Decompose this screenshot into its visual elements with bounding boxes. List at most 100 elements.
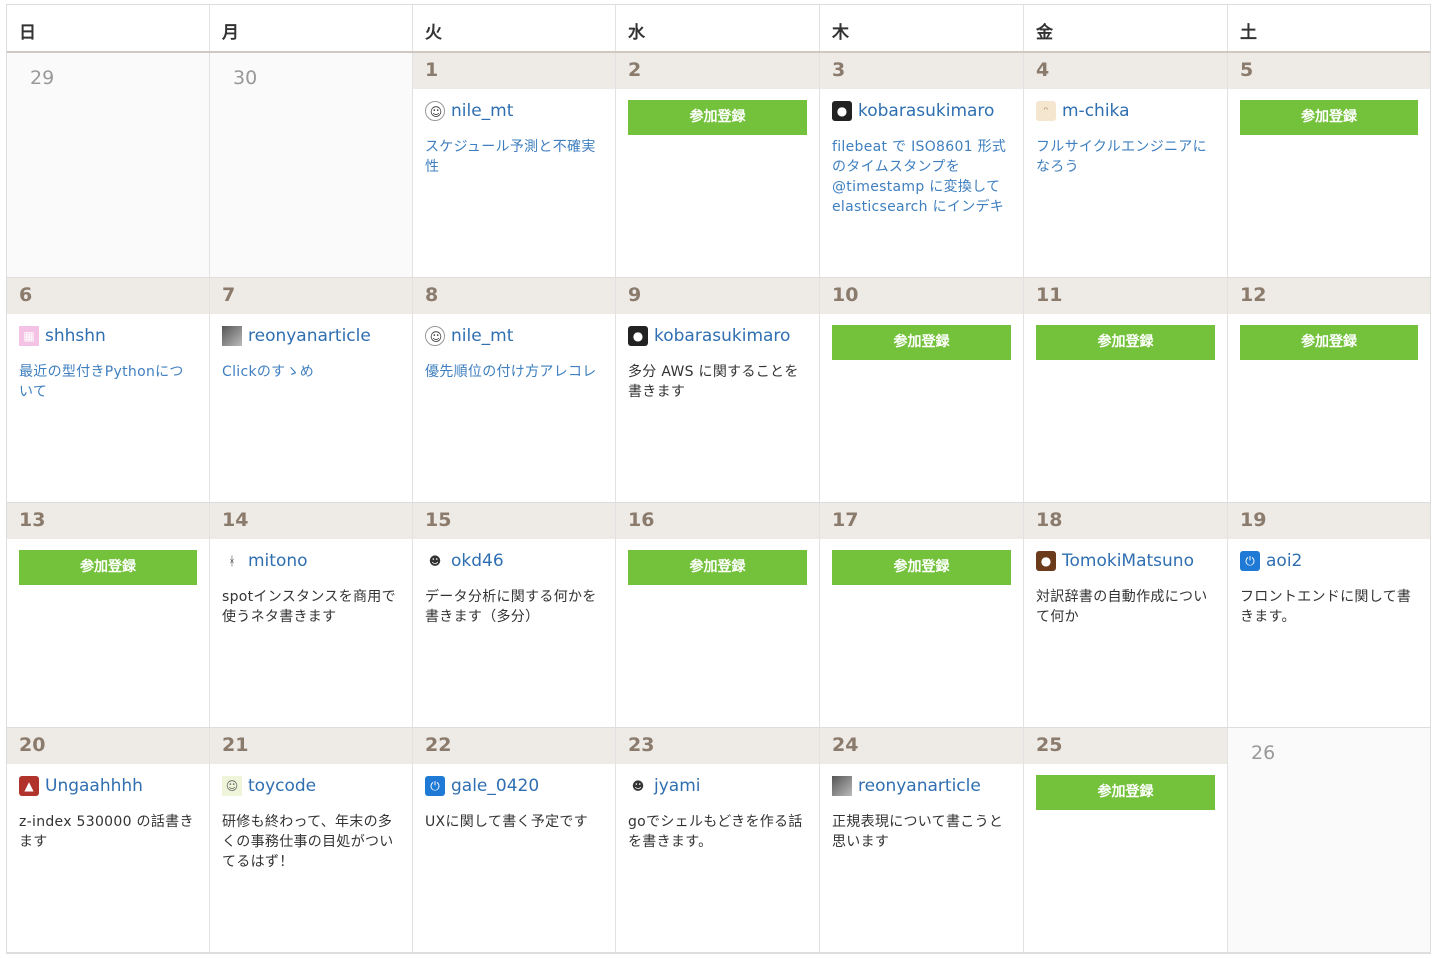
day-cell: 7 reonyanarticle Clickのすゝめ [210, 278, 413, 502]
author-name-link[interactable]: aoi2 [1266, 551, 1302, 571]
day-cell: 17 参加登録 [820, 503, 1024, 727]
day-number: 10 [820, 278, 1023, 314]
entry-author[interactable]: ● kobarasukimaro [628, 326, 819, 346]
entry-title: goでシェルもどきを作る話を書きます。 [628, 814, 803, 850]
entry-author[interactable]: ☺ nile_mt [425, 326, 615, 346]
weekday-header: 日月火水木金土 [7, 5, 1430, 53]
day-number: 3 [820, 53, 1023, 89]
day-cell: 4 ᵔ m-chika フルサイクルエンジニアになろう [1024, 53, 1228, 277]
author-name-link[interactable]: TomokiMatsuno [1062, 551, 1194, 571]
day-cell: 19 ⏻ aoi2 フロントエンドに関して書きます。 [1228, 503, 1430, 727]
day-number: 16 [616, 503, 819, 539]
day-cell: 2 参加登録 [616, 53, 820, 277]
day-number: 20 [7, 728, 209, 764]
day-cell: 21 ☺ toycode 研修も終わって、年末の多くの事務仕事の目処がついてるはず！ [210, 728, 413, 952]
entry-title-link[interactable]: 最近の型付きPythonについて [19, 362, 197, 402]
entry-author[interactable]: ● kobarasukimaro [832, 101, 1023, 121]
day-cell: 25 参加登録 [1024, 728, 1228, 952]
calendar-entry: ᚼ mitono spotインスタンスを商用で使うネタ書きます [210, 551, 412, 627]
avatar: ⏻ [425, 776, 445, 796]
day-cell: 22 ⏻ gale_0420 UXに関して書く予定です [413, 728, 616, 952]
weekday-header-cell: 日 [7, 5, 210, 51]
calendar-week: 6 ▦ shhshn 最近の型付きPythonについて 7 reonyanarticle C… [7, 278, 1430, 503]
entry-title: フロントエンドに関して書きます。 [1240, 589, 1412, 625]
calendar-entry: reonyanarticle 正規表現について書こうと思います [820, 776, 1023, 852]
entry-author[interactable]: ▦ shhshn [19, 326, 209, 346]
avatar: ☺ [222, 776, 242, 796]
author-name-link[interactable]: kobarasukimaro [858, 101, 994, 121]
day-cell: 18 ● TomokiMatsuno 対訳辞書の自動作成について何か [1024, 503, 1228, 727]
entry-author[interactable]: ☺ nile_mt [425, 101, 615, 121]
entry-title-link[interactable]: スケジュール予測と不確実性 [425, 137, 603, 177]
weekday-header-cell: 金 [1024, 5, 1228, 51]
entry-title-link[interactable]: 優先順位の付け方アレコレ [425, 362, 603, 382]
avatar: ☻ [425, 551, 445, 571]
day-cell: 3 ● kobarasukimaro filebeat で ISO8601 形式のタイ… [820, 53, 1024, 277]
entry-author[interactable]: reonyanarticle [222, 326, 412, 346]
avatar: ⏻ [1240, 551, 1260, 571]
register-button[interactable]: 参加登録 [1036, 325, 1215, 360]
entry-author[interactable]: ⏻ aoi2 [1240, 551, 1430, 571]
day-number: 12 [1228, 278, 1430, 314]
entry-author[interactable]: ● TomokiMatsuno [1036, 551, 1227, 571]
entry-author[interactable]: ☻ okd46 [425, 551, 615, 571]
day-cell: 16 参加登録 [616, 503, 820, 727]
entry-author[interactable]: ▲ Ungaahhhh [19, 776, 209, 796]
day-cell: 29 [7, 53, 210, 277]
avatar: ☺ [425, 101, 445, 121]
calendar-week: 29 30 1 ☺ nile_mt スケジュール予測と不確実性 2 参加登録 3 ● kobaras… [7, 53, 1430, 278]
entry-author[interactable]: ᵔ m-chika [1036, 101, 1227, 121]
author-name-link[interactable]: gale_0420 [451, 776, 539, 796]
day-number: 5 [1228, 53, 1430, 89]
author-name-link[interactable]: mitono [248, 551, 308, 571]
entry-title-link[interactable]: フルサイクルエンジニアになろう [1036, 137, 1215, 177]
advent-calendar: 日月火水木金土 29 30 1 ☺ nile_mt スケジュール予測と不確実性 2 参加登録 3… [6, 4, 1431, 954]
register-button[interactable]: 参加登録 [1240, 325, 1418, 360]
author-name-link[interactable]: shhshn [45, 326, 106, 346]
register-button[interactable]: 参加登録 [19, 550, 197, 585]
weekday-header-cell: 月 [210, 5, 413, 51]
author-name-link[interactable]: nile_mt [451, 326, 513, 346]
entry-author[interactable]: ᚼ mitono [222, 551, 412, 571]
entry-author[interactable]: ☺ toycode [222, 776, 412, 796]
entry-title: UXに関して書く予定です [425, 814, 589, 830]
author-name-link[interactable]: reonyanarticle [858, 776, 981, 796]
entry-author[interactable]: ☻ jyami [628, 776, 819, 796]
entry-author[interactable]: ⏻ gale_0420 [425, 776, 615, 796]
calendar-entry: ⏻ aoi2 フロントエンドに関して書きます。 [1228, 551, 1430, 627]
day-cell: 5 参加登録 [1228, 53, 1430, 277]
avatar: ▦ [19, 326, 39, 346]
register-button[interactable]: 参加登録 [1240, 100, 1418, 135]
day-cell: 9 ● kobarasukimaro 多分 AWS に関することを書きます [616, 278, 820, 502]
register-button[interactable]: 参加登録 [832, 325, 1011, 360]
calendar-entry: ● kobarasukimaro filebeat で ISO8601 形式のタイム… [820, 101, 1023, 217]
author-name-link[interactable]: reonyanarticle [248, 326, 371, 346]
day-number: 9 [616, 278, 819, 314]
author-name-link[interactable]: jyami [654, 776, 700, 796]
calendar-entry: ☺ nile_mt スケジュール予測と不確実性 [413, 101, 615, 177]
calendar-weeks: 29 30 1 ☺ nile_mt スケジュール予測と不確実性 2 参加登録 3 ● kobaras… [7, 53, 1430, 953]
author-name-link[interactable]: kobarasukimaro [654, 326, 790, 346]
author-name-link[interactable]: nile_mt [451, 101, 513, 121]
day-number: 11 [1024, 278, 1227, 314]
calendar-entry: ● kobarasukimaro 多分 AWS に関することを書きます [616, 326, 819, 402]
author-name-link[interactable]: Ungaahhhh [45, 776, 143, 796]
day-cell: 12 参加登録 [1228, 278, 1430, 502]
day-number: 18 [1024, 503, 1227, 539]
register-button[interactable]: 参加登録 [1036, 775, 1215, 810]
day-number: 26 [1251, 742, 1276, 764]
day-cell: 14 ᚼ mitono spotインスタンスを商用で使うネタ書きます [210, 503, 413, 727]
entry-title-link[interactable]: filebeat で ISO8601 形式のタイムスタンプを @timestam… [832, 137, 1011, 217]
register-button[interactable]: 参加登録 [628, 550, 807, 585]
author-name-link[interactable]: okd46 [451, 551, 504, 571]
calendar-entry: ⏻ gale_0420 UXに関して書く予定です [413, 776, 615, 832]
author-name-link[interactable]: m-chika [1062, 101, 1130, 121]
author-name-link[interactable]: toycode [248, 776, 316, 796]
register-button[interactable]: 参加登録 [832, 550, 1011, 585]
entry-title-link[interactable]: Clickのすゝめ [222, 362, 400, 382]
entry-title: 対訳辞書の自動作成について何か [1036, 589, 1208, 625]
register-button[interactable]: 参加登録 [628, 100, 807, 135]
day-number: 29 [30, 67, 55, 89]
entry-author[interactable]: reonyanarticle [832, 776, 1023, 796]
day-number: 13 [7, 503, 209, 539]
